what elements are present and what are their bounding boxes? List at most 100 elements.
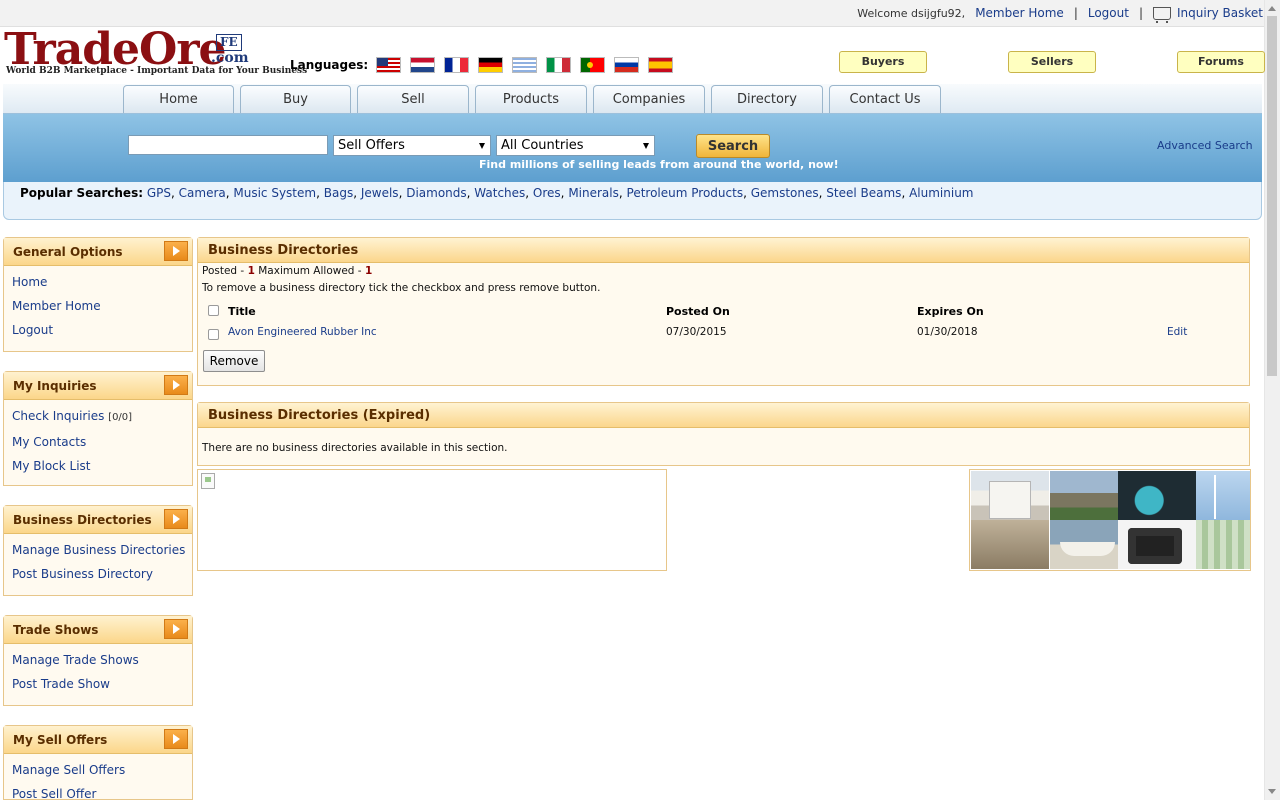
tab-companies[interactable]: Companies [593,85,705,113]
sidebar-my-sell-offers: My Sell Offers Manage Sell Offers Post S… [3,725,193,801]
sidebar-item-manage-sell-offers[interactable]: Manage Sell Offers [12,758,192,782]
inquiry-basket-link[interactable]: Inquiry Basket [1177,6,1263,20]
popular-search-link[interactable]: Jewels [361,186,399,200]
sidebar-business-directories: Business Directories Manage Business Dir… [3,505,193,596]
play-arrow-icon[interactable] [164,619,188,639]
tab-home[interactable]: Home [123,85,234,113]
sidebar-item-my-contacts[interactable]: My Contacts [12,430,192,454]
popular-search-link[interactable]: Bags [324,186,353,200]
remove-button[interactable]: Remove [203,350,265,372]
cart-icon[interactable] [1153,6,1171,23]
scrollbar-thumb[interactable] [1267,16,1277,376]
italy-flag-icon[interactable] [546,57,572,73]
sidebar-item-home[interactable]: Home [12,270,192,294]
remove-instruction: To remove a business directory tick the … [202,282,601,294]
tab-buy[interactable]: Buy [240,85,351,113]
crane-photo [1196,471,1250,520]
sidebar-item-manage-business-directories[interactable]: Manage Business Directories [12,538,192,562]
inquiries-count: [0/0] [108,412,133,423]
sidebar-item-manage-trade-shows[interactable]: Manage Trade Shows [12,648,192,672]
scroll-up-icon[interactable] [1268,6,1276,11]
advertisement-box[interactable] [197,469,667,571]
sidebar-item-logout[interactable]: Logout [12,318,192,342]
logo-tagline: World B2B Marketplace - Important Data f… [6,66,308,76]
sidebar-header: Trade Shows [4,616,192,644]
max-label: Maximum Allowed - [258,265,362,277]
row-checkbox[interactable] [208,329,219,340]
check-inquiries-link[interactable]: Check Inquiries [12,409,104,423]
broken-image-icon [201,473,215,489]
logout-link[interactable]: Logout [1088,6,1129,20]
play-arrow-icon[interactable] [164,729,188,749]
empty-message: There are no business directories availa… [202,442,508,454]
popular-search-link[interactable]: Minerals [568,186,619,200]
country-select[interactable]: All Countries [496,135,655,156]
play-arrow-icon[interactable] [164,509,188,529]
spain-flag-icon[interactable] [648,57,674,73]
russia-flag-icon[interactable] [614,57,640,73]
money-photo [1196,520,1250,569]
panel-title: Business Directories (Expired) [208,408,431,423]
popular-search-link[interactable]: Diamonds [406,186,466,200]
germany-flag-icon[interactable] [478,57,504,73]
tab-directory[interactable]: Directory [711,85,823,113]
tab-products[interactable]: Products [475,85,587,113]
country-value: All Countries [501,138,584,153]
greece-flag-icon[interactable] [512,57,538,73]
business-directories-panel: Business Directories Posted - 1 Maximum … [197,237,1250,386]
popular-search-link[interactable]: Aluminium [909,186,973,200]
search-input[interactable] [128,135,328,155]
popular-search-link[interactable]: Camera [179,186,226,200]
offer-type-value: Sell Offers [338,138,405,153]
portugal-flag-icon[interactable] [580,57,606,73]
sidebar-header: General Options [4,238,192,266]
vertical-scrollbar[interactable] [1264,0,1280,800]
play-arrow-icon[interactable] [164,375,188,395]
sidebar-title: General Options [13,245,123,259]
popular-search-link[interactable]: Watches [474,186,525,200]
separator: | [1073,6,1078,20]
netherlands-flag-icon[interactable] [410,57,436,73]
popular-search-link[interactable]: Steel Beams [826,186,901,200]
sidebar-item-member-home[interactable]: Member Home [12,294,192,318]
sidebar-general-options: General Options Home Member Home Logout [3,237,193,352]
panel-header: Business Directories [198,238,1249,263]
scroll-down-icon[interactable] [1268,789,1276,794]
advanced-search-link[interactable]: Advanced Search [1157,139,1253,152]
france-flag-icon[interactable] [444,57,470,73]
search-tagline: Find millions of selling leads from arou… [479,158,839,171]
sidebar-item-my-block-list[interactable]: My Block List [12,454,192,478]
sidebar-header: My Sell Offers [4,726,192,754]
popular-search-link[interactable]: Music System [233,186,316,200]
sellers-button[interactable]: Sellers [1008,51,1096,73]
popular-search-link[interactable]: GPS [147,186,171,200]
us-flag-icon[interactable] [376,57,402,73]
expired-directories-panel: Business Directories (Expired) There are… [197,402,1250,466]
camera-photo [1118,520,1196,569]
popular-search-link[interactable]: Petroleum Products [627,186,744,200]
popular-search-link[interactable]: Gemstones [751,186,819,200]
buyers-button[interactable]: Buyers [839,51,927,73]
sidebar-item-post-trade-show[interactable]: Post Trade Show [12,672,192,696]
sidebar-item-post-sell-offer[interactable]: Post Sell Offer [12,782,192,806]
popular-search-link[interactable]: Ores [533,186,561,200]
edit-link[interactable]: Edit [1167,326,1187,338]
sidebar-title: Trade Shows [13,623,99,637]
tab-contact-us[interactable]: Contact Us [829,85,941,113]
directory-title-link[interactable]: Avon Engineered Rubber Inc [228,326,377,338]
offer-type-select[interactable]: Sell Offers [333,135,491,156]
sidebar-header: Business Directories [4,506,192,534]
photo-collage-banner[interactable] [969,469,1251,571]
sidebar-item-post-business-directory[interactable]: Post Business Directory [12,562,192,586]
chevron-down-icon [479,143,485,149]
sidebar-item-check-inquiries: Check Inquiries [0/0] [12,404,192,430]
expires-on-cell: 01/30/2018 [917,326,978,338]
posted-label: Posted - [202,265,245,277]
member-home-link[interactable]: Member Home [975,6,1064,20]
site-logo[interactable]: TradeOre FE .com World B2B Marketplace -… [4,28,307,80]
tab-sell[interactable]: Sell [357,85,469,113]
play-arrow-icon[interactable] [164,241,188,261]
search-button[interactable]: Search [696,134,770,158]
select-all-checkbox[interactable] [208,305,219,316]
forums-button[interactable]: Forums [1177,51,1265,73]
